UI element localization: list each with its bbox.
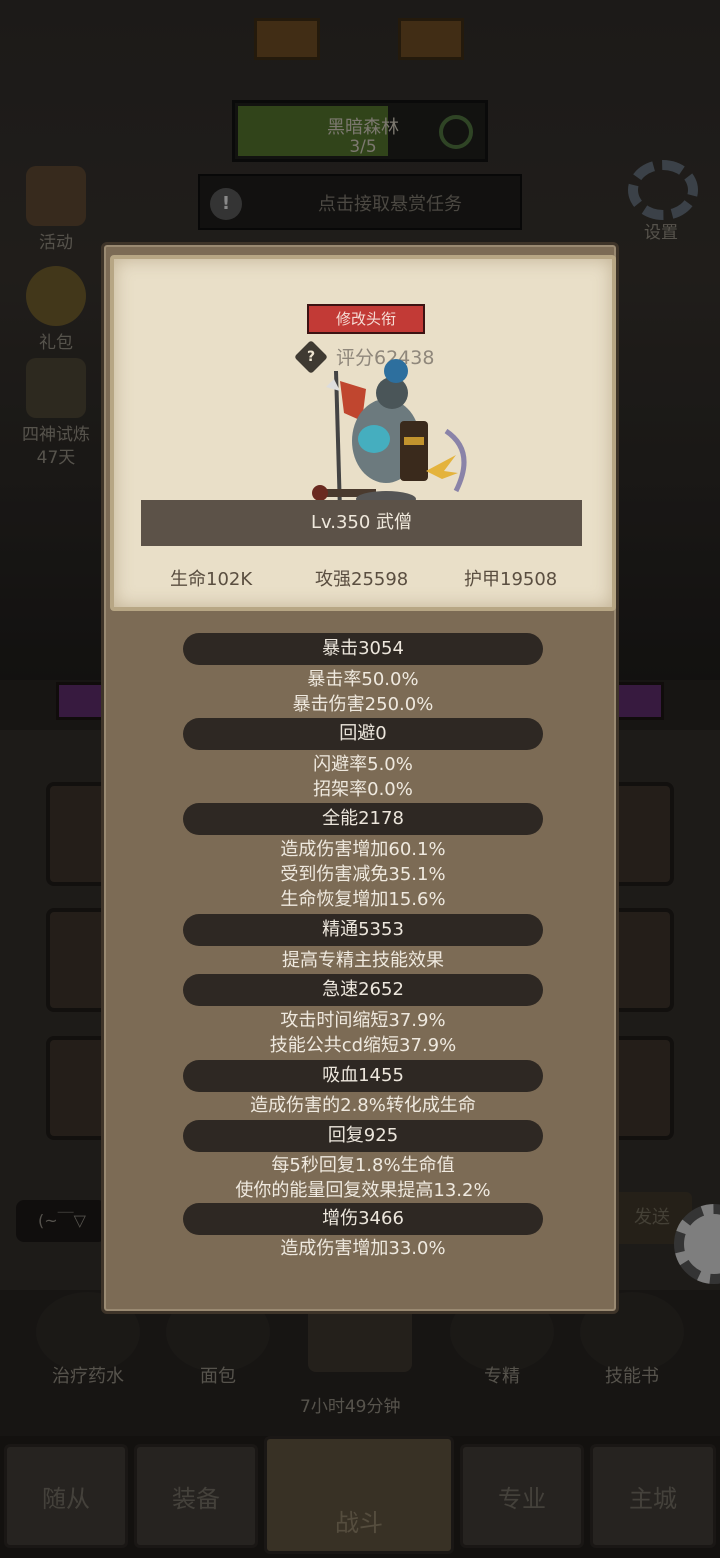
stat-health: 生命102K [170,569,253,590]
stat-line: 攻击时间缩短37.9% [280,1010,446,1031]
stat-line: 使你的能量回复效果提高13.2% [235,1180,491,1201]
stat-line: 暴击率50.0% [307,669,419,690]
character-stats-modal: 修改头衔 ? 评分62438 Lv.350 武僧 生命102K 攻强25598 … [101,242,619,1314]
stat-line: 造成伤害增加60.1% [280,839,446,860]
rename-title-button[interactable]: 修改头衔 [307,304,425,334]
stat-line: 技能公共cd缩短37.9% [269,1035,457,1056]
section-versatility: 全能2178 [183,803,543,835]
stat-line: 造成伤害的2.8%转化成生命 [250,1095,476,1116]
stat-line: 暴击伤害250.0% [292,694,434,715]
stat-line: 造成伤害增加33.0% [280,1238,446,1259]
stat-line: 生命恢复增加15.6% [280,889,446,910]
stat-line: 受到伤害减免35.1% [280,864,446,885]
character-card: 修改头衔 ? 评分62438 Lv.350 武僧 生命102K 攻强25598 … [110,255,616,611]
stat-line: 招架率0.0% [313,779,413,800]
section-damage-bonus: 增伤3466 [183,1203,543,1235]
section-regen: 回复925 [183,1120,543,1152]
section-avoidance: 回避0 [183,718,543,750]
section-haste: 急速2652 [183,974,543,1006]
section-mastery: 精通5353 [183,914,543,946]
section-leech: 吸血1455 [183,1060,543,1092]
stat-line: 每5秒回复1.8%生命值 [271,1155,455,1176]
stat-line: 闪避率5.0% [313,754,413,775]
section-crit: 暴击3054 [183,633,543,665]
stat-armor: 护甲19508 [464,569,558,590]
level-class-banner: Lv.350 武僧 [141,500,582,546]
stat-line: 提高专精主技能效果 [282,950,444,971]
stat-attack-power: 攻强25598 [315,569,409,590]
monk-character-portrait [312,359,467,511]
